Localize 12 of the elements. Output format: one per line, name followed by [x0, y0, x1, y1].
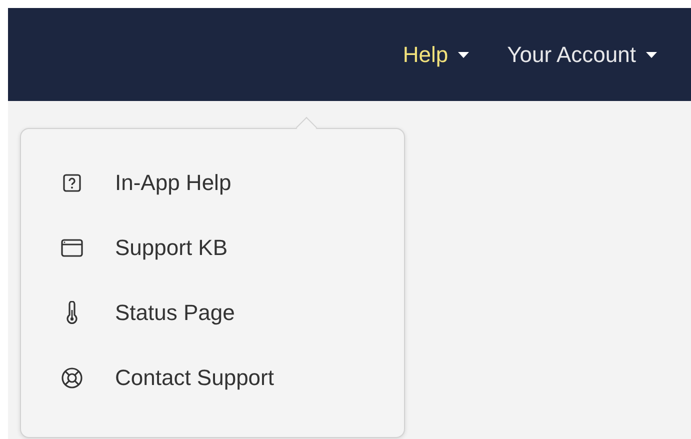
nav-menu-link[interactable]: Help: [402, 42, 470, 68]
caret-icon: [458, 52, 470, 58]
lifebuoy-icon: [61, 366, 83, 388]
nav-menu-link[interactable]: Your Account: [507, 42, 657, 68]
menu-item[interactable]: Contact Support: [21, 345, 404, 410]
caret-icon: [646, 52, 657, 58]
help-icon: [62, 172, 82, 192]
menu-item[interactable]: Status Page: [21, 280, 404, 345]
window-icon: [61, 238, 83, 258]
thermometer-icon: [65, 300, 79, 324]
menu-item[interactable]: In-App Help: [21, 150, 404, 215]
menu-item[interactable]: Support KB: [21, 215, 404, 280]
